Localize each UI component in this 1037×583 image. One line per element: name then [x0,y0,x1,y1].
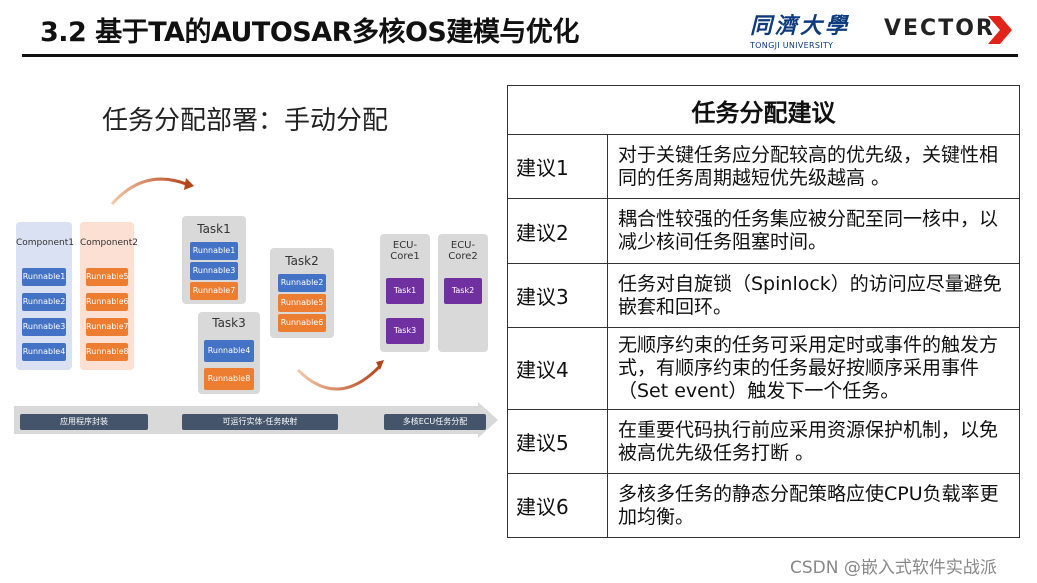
allocation-title: 任务分配部署：手动分配 [102,106,389,136]
runnable-box: Runnable7 [190,282,238,300]
runnable-box: Runnable1 [22,268,66,286]
runnable-box: Runnable2 [22,293,66,311]
stage-multicore-ecu-allocation: 多核ECU任务分配 [384,414,486,430]
runnable-box: Runnable3 [190,262,238,280]
component2-label: Component2 [80,238,138,248]
runnable-box: Runnable2 [278,274,326,292]
runnable-box: Runnable8 [204,368,254,390]
ecu-core2-label: ECU- Core2 [448,240,478,262]
runnable-box: Runnable5 [278,294,326,312]
core-task-box: Task3 [386,318,424,344]
vector-logo: VECTOR [884,16,995,41]
table-row: 建议6 多核多任务的静态分配策略应使CPU负载率更加均衡。 [507,473,1020,538]
runnable-box: Runnable7 [86,318,129,336]
advice-text: 耦合性较强的任务集应被分配至同一核中，以减少核间任务阻塞时间。 [607,198,1020,264]
stage-app-encapsulation: 应用程序封装 [20,414,148,430]
core-task-box: Task2 [444,278,482,304]
ecu-core2-box: ECU- Core2 Task2 [438,234,488,352]
advice-label: 建议5 [507,409,608,474]
table-row: 建议4 无顺序约束的任务可采用定时或事件的触发方式，有顺序约束的任务最好按顺序采… [507,327,1020,410]
core-task-box: Task1 [386,278,424,304]
tongji-logo-cn: 同濟大學 [750,13,851,39]
advice-label: 建议2 [507,198,608,264]
stage-runnable-task-mapping: 可运行实体-任务映射 [182,414,338,430]
task3-label: Task3 [212,316,246,330]
runnable-box: Runnable4 [22,343,66,361]
table-row: 建议5 在重要代码执行前应采用资源保护机制，以免被高优先级任务打断 。 [507,409,1020,474]
table-row: 建议1 对于关键任务应分配较高的优先级，关键性相同的任务周期越短优先级越高 。 [507,134,1020,199]
csdn-watermark: CSDN @嵌入式软件实战派 [790,558,997,578]
component1-label: Component1 [16,238,74,248]
advice-label: 建议3 [507,263,608,328]
advice-text: 在重要代码执行前应采用资源保护机制，以免被高优先级任务打断 。 [607,409,1020,474]
task2-label: Task2 [285,254,319,268]
tongji-logo: 同濟大學 TONGJI UNIVERSITY [750,8,870,52]
runnable-box: Runnable6 [86,293,129,311]
runnable-box: Runnable8 [86,343,129,361]
component1-column: Component1 Runnable1 Runnable2 Runnable3… [16,222,74,370]
task2-box: Task2 Runnable2 Runnable5 Runnable6 [270,248,334,338]
advice-text: 无顺序约束的任务可采用定时或事件的触发方式，有顺序约束的任务最好按顺序采用事件（… [607,327,1020,410]
advice-label: 建议1 [507,134,608,199]
advice-text: 任务对自旋锁（Spinlock）的访问应尽量避免嵌套和回环。 [607,263,1020,328]
ecu-core1-box: ECU- Core1 Task1 Task3 [380,234,430,352]
ecu-core1-label: ECU- Core1 [390,240,420,262]
runnable-box: Runnable4 [204,340,254,362]
advice-label: 建议6 [507,473,608,538]
allocation-advice-table: 任务分配建议 建议1 对于关键任务应分配较高的优先级，关键性相同的任务周期越短优… [507,85,1020,538]
header-divider [22,54,1018,57]
runnable-box: Runnable3 [22,318,66,336]
task1-box: Task1 Runnable1 Runnable3 Runnable7 [182,216,246,304]
runnable-box: Runnable1 [190,242,238,260]
allocation-diagram: Component1 Runnable1 Runnable2 Runnable3… [14,170,504,460]
task3-box: Task3 Runnable4 Runnable8 [198,312,260,394]
tongji-logo-en: TONGJI UNIVERSITY [750,41,834,50]
component2-column: Component2 Runnable5 Runnable6 Runnable7… [80,222,138,370]
table-row: 建议2 耦合性较强的任务集应被分配至同一核中，以减少核间任务阻塞时间。 [507,198,1020,264]
task1-label: Task1 [197,222,231,236]
table-header: 任务分配建议 [507,85,1020,135]
table-row: 建议3 任务对自旋锁（Spinlock）的访问应尽量避免嵌套和回环。 [507,263,1020,328]
advice-text: 对于关键任务应分配较高的优先级，关键性相同的任务周期越短优先级越高 。 [607,134,1020,199]
slide-title: 3.2 基于TA的AUTOSAR多核OS建模与优化 [40,17,579,48]
runnable-box: Runnable5 [86,268,129,286]
runnable-box: Runnable6 [278,314,326,332]
advice-label: 建议4 [507,327,608,410]
advice-text: 多核多任务的静态分配策略应使CPU负载率更加均衡。 [607,473,1020,538]
vector-chevron-icon [988,16,1012,44]
